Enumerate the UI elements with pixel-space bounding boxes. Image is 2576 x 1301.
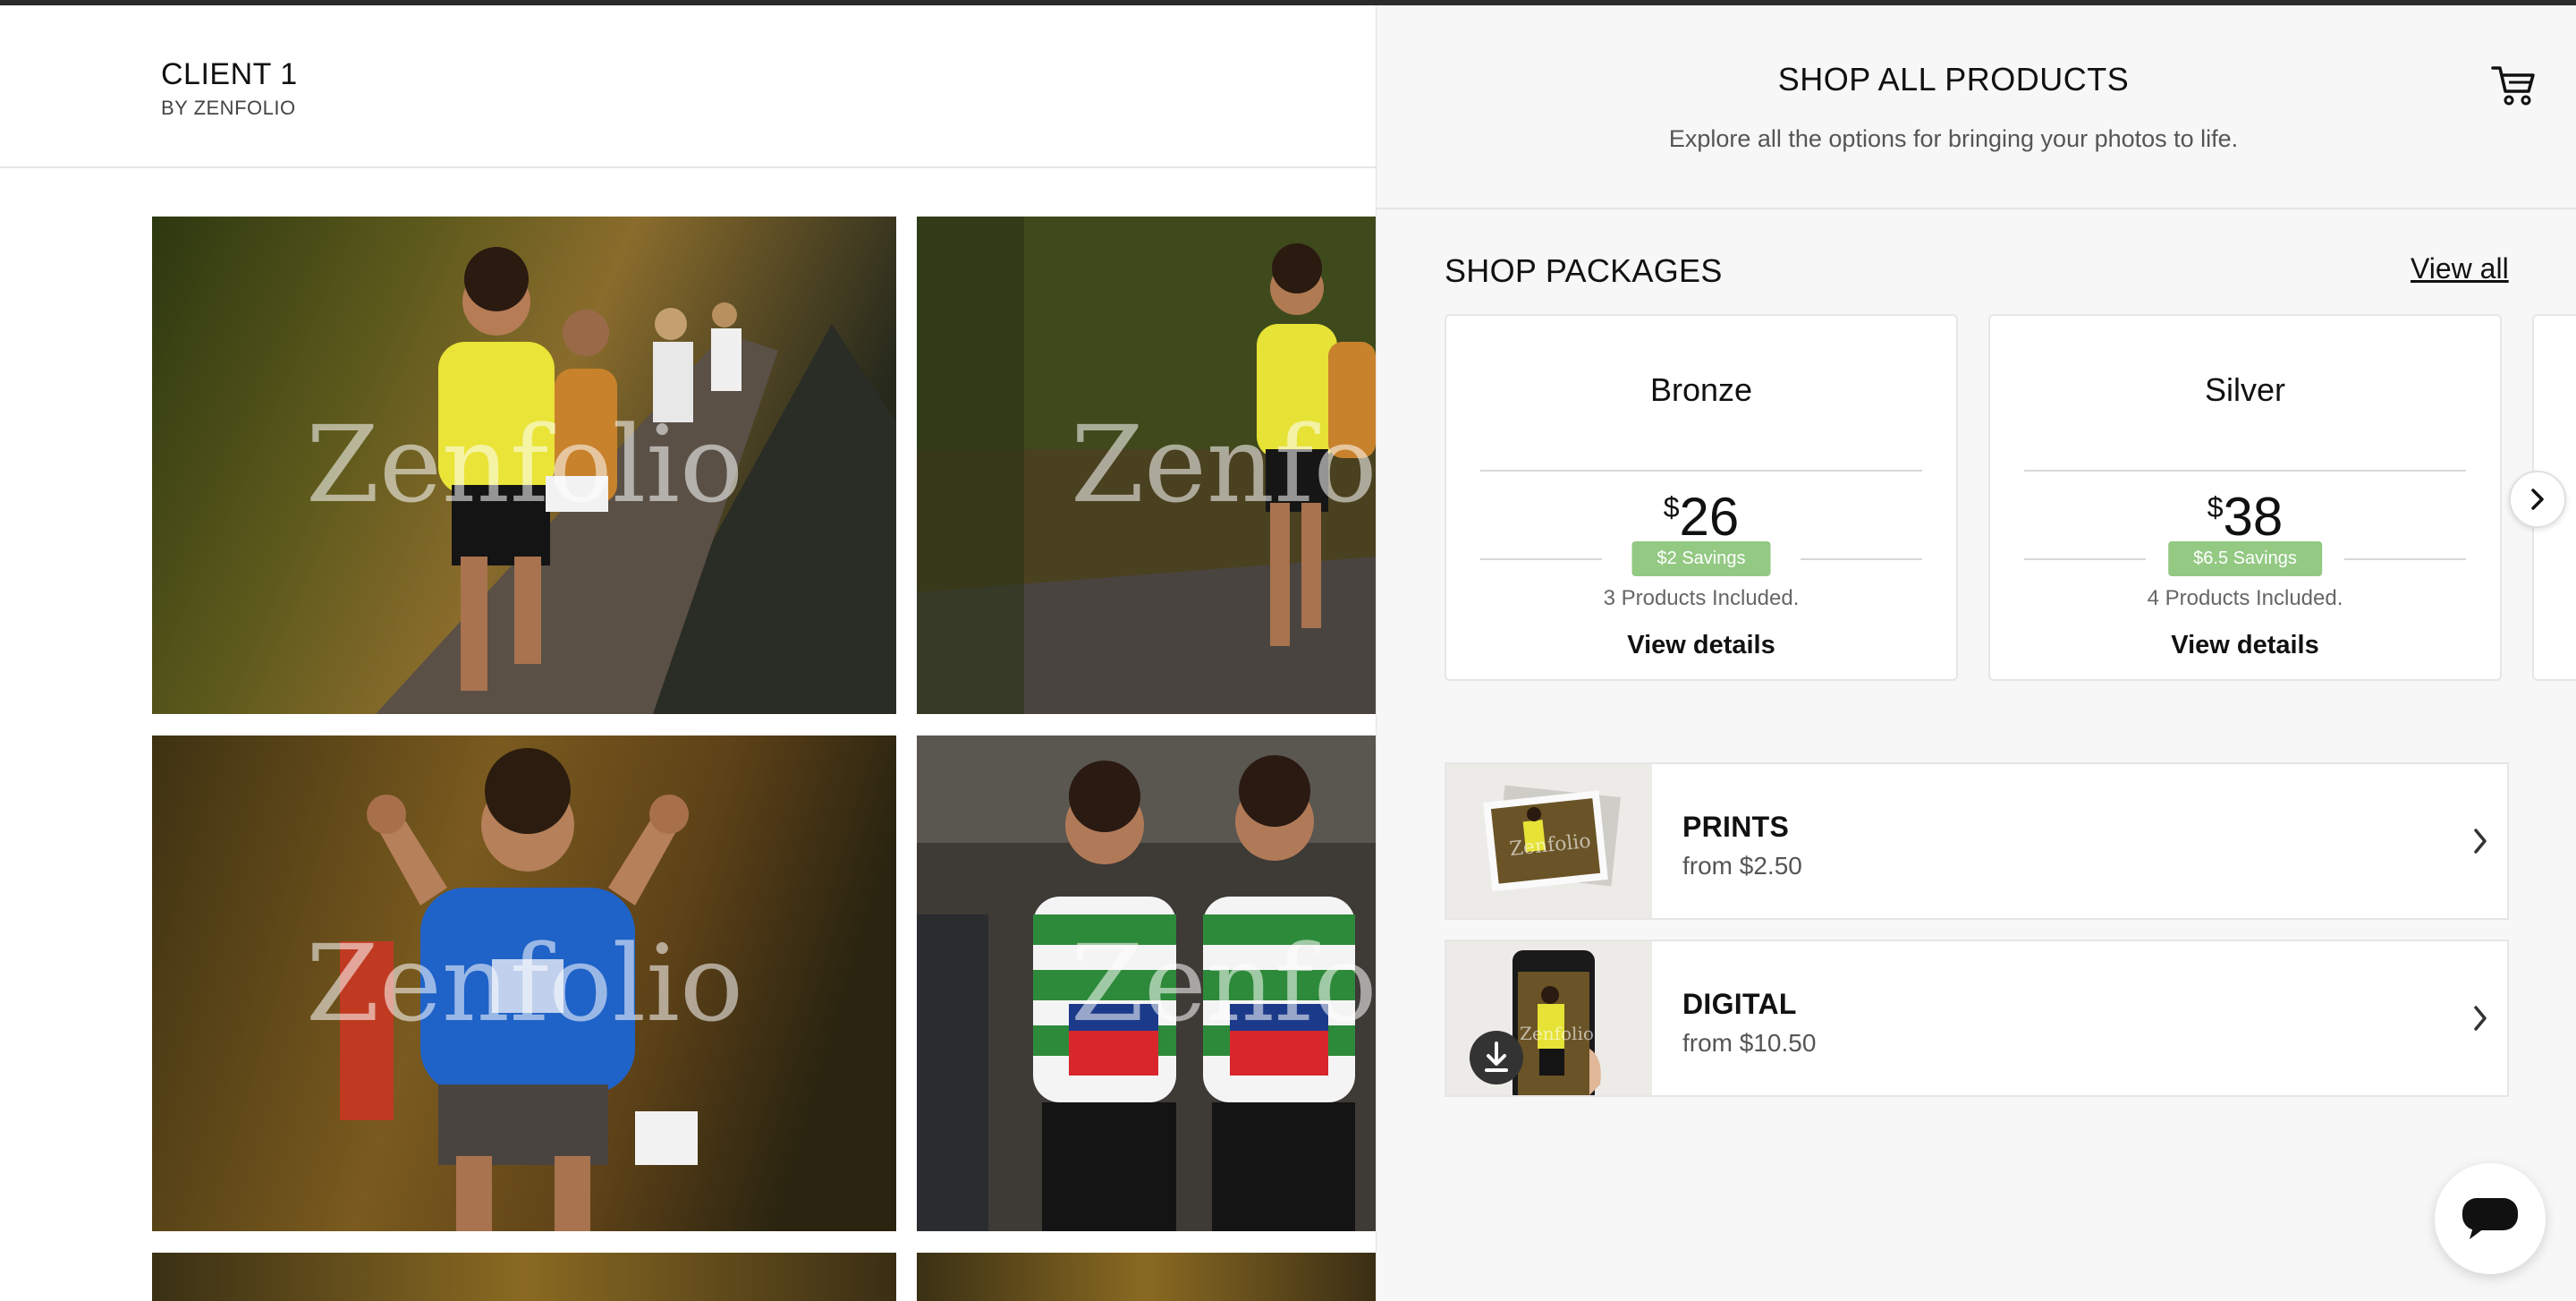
- gallery-photo[interactable]: Zenfolio: [917, 217, 1376, 714]
- watermark: Zenfolio: [306, 922, 744, 1045]
- divider: [1480, 470, 1922, 472]
- product-name: PRINTS: [1682, 811, 1790, 843]
- package-name: Silver: [2204, 371, 2286, 408]
- gallery-photo[interactable]: [917, 1253, 1376, 1301]
- savings-badge: $6.5 Savings: [2168, 541, 2322, 576]
- package-price: $38: [1990, 486, 2500, 548]
- package-card-silver[interactable]: Silver $38 $6.5 Savings 4 Products Inclu…: [1988, 314, 2502, 681]
- cart-icon[interactable]: [2491, 63, 2538, 107]
- client-name[interactable]: CLIENT 1: [161, 57, 298, 92]
- photo-row-3-left: [152, 1253, 896, 1301]
- package-price: $26: [1446, 486, 1956, 548]
- savings-badge: $2 Savings: [1631, 541, 1771, 576]
- product-price-from: from $10.50: [1682, 1029, 1817, 1057]
- package-name: Bronze: [1649, 371, 1753, 408]
- divider: [1801, 558, 1922, 560]
- chevron-right-icon: [2531, 489, 2544, 510]
- watermark: Zenfolio: [306, 403, 744, 526]
- view-details-link[interactable]: View details: [1990, 631, 2500, 660]
- watermark: Zenfolio: [1071, 403, 1376, 526]
- package-card-bronze[interactable]: Bronze $26 $2 Savings 3 Products Include…: [1445, 314, 1958, 681]
- gallery-photo[interactable]: Zenfolio: [152, 217, 896, 714]
- savings-row: $6.5 Savings: [2024, 541, 2466, 577]
- view-all-packages-link[interactable]: View all: [2411, 252, 2509, 285]
- divider: [2024, 470, 2466, 472]
- divider: [2024, 558, 2146, 560]
- price-amount: 26: [1679, 487, 1740, 547]
- watermark: Zenfolio: [1071, 922, 1376, 1045]
- divider: [2344, 558, 2466, 560]
- price-amount: 38: [2223, 487, 2284, 547]
- prints-thumbnail: Zenfolio: [1446, 764, 1652, 918]
- product-row-prints[interactable]: Zenfolio PRINTS from $2.50: [1445, 762, 2509, 920]
- product-row-digital[interactable]: Zenfolio DIGITAL from $10.50: [1445, 940, 2509, 1097]
- chevron-right-icon: [2474, 829, 2487, 854]
- gallery-photo[interactable]: [152, 1253, 896, 1301]
- shop-panel: SHOP ALL PRODUCTS Explore all the option…: [1376, 5, 2576, 1301]
- divider: [1480, 558, 1602, 560]
- chevron-right-icon: [2474, 1006, 2487, 1031]
- carousel-next-button[interactable]: [2509, 471, 2566, 528]
- chat-icon: [2462, 1198, 2518, 1239]
- prints-image: Zenfolio: [1446, 764, 1652, 918]
- shop-title: SHOP ALL PRODUCTS: [1777, 61, 2130, 98]
- shop-subtitle: Explore all the options for bringing you…: [1668, 125, 2239, 152]
- products-included: 3 Products Included.: [1603, 586, 1800, 610]
- savings-row: $2 Savings: [1480, 541, 1922, 577]
- gallery-photo[interactable]: Zenfolio: [152, 736, 896, 1231]
- products-included: 4 Products Included.: [2147, 586, 2343, 610]
- photo-row-3-right: [917, 1253, 1376, 1301]
- shop-header: SHOP ALL PRODUCTS Explore all the option…: [1377, 5, 2576, 209]
- product-name: DIGITAL: [1682, 988, 1797, 1020]
- site-header: CLIENT 1 BY ZENFOLIO: [0, 5, 1376, 168]
- currency-symbol: $: [1663, 491, 1680, 523]
- gallery-photo[interactable]: Zenfolio: [917, 736, 1376, 1231]
- currency-symbol: $: [2207, 491, 2224, 523]
- by-line: BY ZENFOLIO: [161, 97, 296, 119]
- product-price-from: from $2.50: [1682, 852, 1802, 880]
- chat-button[interactable]: [2435, 1163, 2546, 1274]
- shop-packages-heading: SHOP PACKAGES: [1445, 252, 1723, 289]
- view-details-link[interactable]: View details: [1446, 631, 1956, 660]
- download-icon: [1470, 1031, 1523, 1084]
- svg-text:Zenfolio: Zenfolio: [1520, 1023, 1594, 1044]
